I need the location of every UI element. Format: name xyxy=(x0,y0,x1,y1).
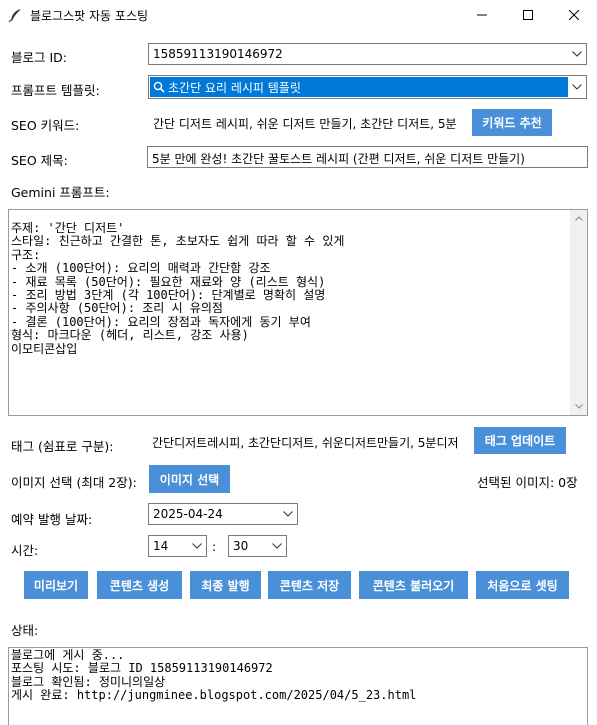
chevron-down-icon[interactable] xyxy=(268,536,286,556)
date-combobox[interactable]: 2025-04-24 xyxy=(148,503,298,525)
seo-title-input[interactable]: 5분 만에 완성! 초간단 꿀토스트 레시피 (간편 디저트, 쉬운 디저트 만… xyxy=(147,146,588,168)
generate-content-button[interactable]: 콘텐츠 생성 xyxy=(97,571,182,599)
vertical-scrollbar[interactable] xyxy=(570,210,587,415)
title-bar: 블로그스팟 자동 포스팅 xyxy=(0,0,597,30)
seo-title-label: SEO 제목: xyxy=(11,153,68,168)
tags-label: 태그 (쉼표로 구분): xyxy=(11,439,114,454)
close-button[interactable] xyxy=(551,0,597,30)
gemini-prompt-textarea[interactable]: 주제: '간단 디저트' 스타일: 친근하고 간결한 톤, 초보자도 쉽게 따라… xyxy=(8,209,588,416)
feather-icon xyxy=(8,9,21,23)
template-label: 프롬프트 템플릿: xyxy=(11,83,100,98)
blog-id-value: 15859113190146972 xyxy=(153,47,283,61)
publish-button[interactable]: 최종 발행 xyxy=(190,571,261,599)
minimize-icon xyxy=(477,14,487,16)
minimize-button[interactable] xyxy=(459,0,505,30)
window-title: 블로그스팟 자동 포스팅 xyxy=(30,9,149,23)
status-label: 상태: xyxy=(11,623,39,638)
tags-input[interactable]: 간단디저트레시피, 초간단디저트, 쉬운디저트만들기, 5분디저 xyxy=(147,430,475,452)
search-icon xyxy=(153,81,165,93)
tag-update-button[interactable]: 태그 업데이트 xyxy=(474,427,566,454)
maximize-icon xyxy=(523,10,533,20)
image-select-label: 이미지 선택 (최대 2장): xyxy=(11,475,137,490)
chevron-down-icon[interactable] xyxy=(568,76,586,98)
reset-button[interactable]: 처음으로 셋팅 xyxy=(476,571,569,599)
image-select-button[interactable]: 이미지 선택 xyxy=(149,465,230,493)
chevron-down-icon[interactable] xyxy=(279,504,297,524)
preview-button[interactable]: 미리보기 xyxy=(24,571,88,599)
maximize-button[interactable] xyxy=(505,0,551,30)
blog-id-label: 블로그 ID: xyxy=(11,50,67,65)
hour-combobox[interactable]: 14 xyxy=(148,535,207,557)
selected-images-count: 선택된 이미지: 0장 xyxy=(477,475,578,490)
seo-title-value: 5분 만에 완성! 초간단 꿀토스트 레시피 (간편 디저트, 쉬운 디저트 만… xyxy=(152,152,525,166)
time-label: 시간: xyxy=(11,543,39,558)
close-icon xyxy=(569,10,579,20)
gemini-label: Gemini 프롬프트: xyxy=(11,185,110,200)
template-value: 초간단 요리 레시피 템플릿 xyxy=(168,81,301,95)
keyword-recommend-button[interactable]: 키워드 추천 xyxy=(472,109,552,136)
status-log-text: 블로그에 게시 중... 포스팅 시도: 블로그 ID 158591131901… xyxy=(11,648,417,703)
tags-value: 간단디저트레시피, 초간단디저트, 쉬운디저트만들기, 5분디저 xyxy=(152,436,459,450)
time-separator: : xyxy=(212,539,217,554)
seo-keyword-value: 간단 디저트 레시피, 쉬운 디저트 만들기, 초간단 디저트, 5분 xyxy=(153,117,457,131)
save-content-button[interactable]: 콘텐츠 저장 xyxy=(268,571,351,599)
template-selected[interactable]: 초간단 요리 레시피 템플릿 xyxy=(150,77,568,97)
gemini-prompt-text: 주제: '간단 디저트' 스타일: 친근하고 간결한 톤, 초보자도 쉽게 따라… xyxy=(11,221,345,356)
status-log-textarea[interactable]: 블로그에 게시 중... 포스팅 시도: 블로그 ID 158591131901… xyxy=(8,647,588,725)
scroll-up-icon[interactable] xyxy=(570,210,587,227)
minute-combobox[interactable]: 30 xyxy=(228,535,287,557)
chevron-down-icon[interactable] xyxy=(188,536,206,556)
chevron-down-icon[interactable] xyxy=(568,44,586,64)
minute-value: 30 xyxy=(233,539,249,553)
seo-keyword-label: SEO 키워드: xyxy=(11,118,80,133)
scroll-down-icon[interactable] xyxy=(570,398,587,415)
date-label: 예약 발행 날짜: xyxy=(11,512,93,527)
load-content-button[interactable]: 콘텐츠 불러오기 xyxy=(359,571,468,599)
blog-id-combobox[interactable]: 15859113190146972 xyxy=(148,43,587,65)
hour-value: 14 xyxy=(153,539,169,553)
date-value: 2025-04-24 xyxy=(153,507,223,521)
seo-keyword-input[interactable]: 간단 디저트 레시피, 쉬운 디저트 만들기, 초간단 디저트, 5분 xyxy=(148,111,474,133)
